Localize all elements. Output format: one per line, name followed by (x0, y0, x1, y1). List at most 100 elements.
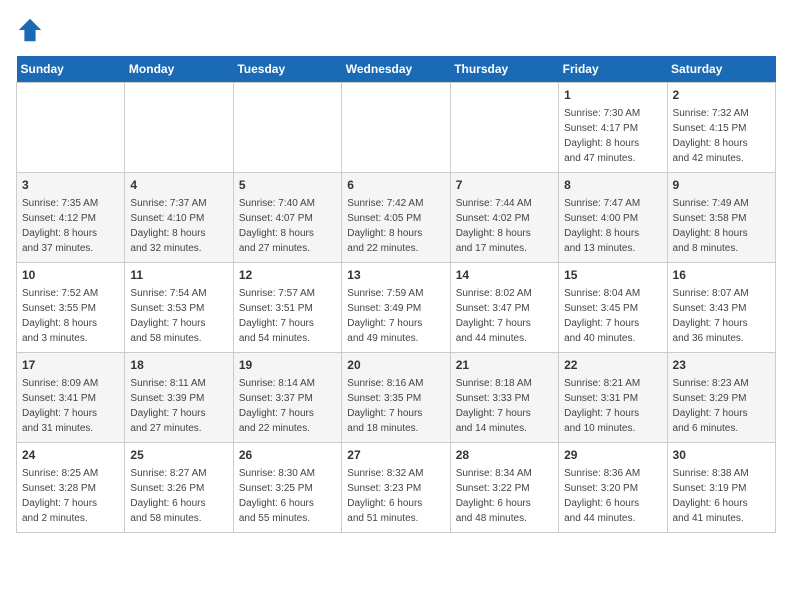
day-info: Sunrise: 8:38 AM Sunset: 3:19 PM Dayligh… (673, 466, 770, 526)
day-number: 3 (22, 177, 119, 194)
day-number: 28 (456, 447, 553, 464)
calendar-day-9: 9 Sunrise: 7:49 AM Sunset: 3:58 PM Daylig… (667, 173, 775, 263)
header-wednesday: Wednesday (342, 56, 450, 83)
day-info: Sunrise: 7:47 AM Sunset: 4:00 PM Dayligh… (564, 196, 661, 256)
day-number: 14 (456, 267, 553, 284)
calendar-week-row: 24 Sunrise: 8:25 AM Sunset: 3:28 PM Dayli… (17, 443, 776, 533)
calendar-day-25: 25 Sunrise: 8:27 AM Sunset: 3:26 PM Dayli… (125, 443, 233, 533)
day-number: 2 (673, 87, 770, 104)
day-info: Sunrise: 8:23 AM Sunset: 3:29 PM Dayligh… (673, 376, 770, 436)
day-info: Sunrise: 7:42 AM Sunset: 4:05 PM Dayligh… (347, 196, 444, 256)
header-tuesday: Tuesday (233, 56, 341, 83)
calendar-table: SundayMondayTuesdayWednesdayThursdayFrid… (16, 56, 776, 533)
day-info: Sunrise: 8:07 AM Sunset: 3:43 PM Dayligh… (673, 286, 770, 346)
day-info: Sunrise: 8:09 AM Sunset: 3:41 PM Dayligh… (22, 376, 119, 436)
day-info: Sunrise: 8:32 AM Sunset: 3:23 PM Dayligh… (347, 466, 444, 526)
day-number: 9 (673, 177, 770, 194)
day-number: 11 (130, 267, 227, 284)
calendar-day-16: 16 Sunrise: 8:07 AM Sunset: 3:43 PM Dayli… (667, 263, 775, 353)
day-number: 1 (564, 87, 661, 104)
calendar-day-1: 1Sunrise: 7:30 AM Sunset: 4:17 PM Daylig… (559, 83, 667, 173)
day-info: Sunrise: 8:14 AM Sunset: 3:37 PM Dayligh… (239, 376, 336, 436)
day-info: Sunrise: 8:30 AM Sunset: 3:25 PM Dayligh… (239, 466, 336, 526)
day-number: 25 (130, 447, 227, 464)
calendar-empty-cell (450, 83, 558, 173)
day-number: 4 (130, 177, 227, 194)
calendar-day-17: 17 Sunrise: 8:09 AM Sunset: 3:41 PM Dayli… (17, 353, 125, 443)
day-info: Sunrise: 7:59 AM Sunset: 3:49 PM Dayligh… (347, 286, 444, 346)
header-section (16, 16, 776, 44)
calendar-day-10: 10 Sunrise: 7:52 AM Sunset: 3:55 PM Dayli… (17, 263, 125, 353)
logo-icon (16, 16, 44, 44)
day-info: Sunrise: 7:40 AM Sunset: 4:07 PM Dayligh… (239, 196, 336, 256)
day-number: 17 (22, 357, 119, 374)
day-info: Sunrise: 7:37 AM Sunset: 4:10 PM Dayligh… (130, 196, 227, 256)
calendar-day-14: 14 Sunrise: 8:02 AM Sunset: 3:47 PM Dayli… (450, 263, 558, 353)
day-info: Sunrise: 8:34 AM Sunset: 3:22 PM Dayligh… (456, 466, 553, 526)
day-info: Sunrise: 8:25 AM Sunset: 3:28 PM Dayligh… (22, 466, 119, 526)
day-info: Sunrise: 7:44 AM Sunset: 4:02 PM Dayligh… (456, 196, 553, 256)
calendar-day-4: 4 Sunrise: 7:37 AM Sunset: 4:10 PM Daylig… (125, 173, 233, 263)
calendar-header-row: SundayMondayTuesdayWednesdayThursdayFrid… (17, 56, 776, 83)
day-number: 24 (22, 447, 119, 464)
day-info: Sunrise: 8:16 AM Sunset: 3:35 PM Dayligh… (347, 376, 444, 436)
calendar-week-row: 17 Sunrise: 8:09 AM Sunset: 3:41 PM Dayli… (17, 353, 776, 443)
calendar-day-2: 2 Sunrise: 7:32 AM Sunset: 4:15 PM Daylig… (667, 83, 775, 173)
calendar-day-22: 22 Sunrise: 8:21 AM Sunset: 3:31 PM Dayli… (559, 353, 667, 443)
day-info: Sunrise: 7:32 AM Sunset: 4:15 PM Dayligh… (673, 106, 770, 166)
calendar-day-28: 28 Sunrise: 8:34 AM Sunset: 3:22 PM Dayli… (450, 443, 558, 533)
calendar-empty-cell (17, 83, 125, 173)
day-number: 16 (673, 267, 770, 284)
header-thursday: Thursday (450, 56, 558, 83)
calendar-day-6: 6 Sunrise: 7:42 AM Sunset: 4:05 PM Daylig… (342, 173, 450, 263)
calendar-week-row: 1Sunrise: 7:30 AM Sunset: 4:17 PM Daylig… (17, 83, 776, 173)
day-info: Sunrise: 8:11 AM Sunset: 3:39 PM Dayligh… (130, 376, 227, 436)
header-sunday: Sunday (17, 56, 125, 83)
day-number: 18 (130, 357, 227, 374)
header-monday: Monday (125, 56, 233, 83)
calendar-day-23: 23 Sunrise: 8:23 AM Sunset: 3:29 PM Dayli… (667, 353, 775, 443)
calendar-day-12: 12Sunrise: 7:57 AM Sunset: 3:51 PM Dayli… (233, 263, 341, 353)
day-info: Sunrise: 8:04 AM Sunset: 3:45 PM Dayligh… (564, 286, 661, 346)
calendar-day-8: 8 Sunrise: 7:47 AM Sunset: 4:00 PM Daylig… (559, 173, 667, 263)
day-number: 20 (347, 357, 444, 374)
logo (16, 16, 48, 44)
day-number: 6 (347, 177, 444, 194)
day-info: Sunrise: 8:02 AM Sunset: 3:47 PM Dayligh… (456, 286, 553, 346)
day-info: Sunrise: 7:54 AM Sunset: 3:53 PM Dayligh… (130, 286, 227, 346)
day-number: 23 (673, 357, 770, 374)
day-info: Sunrise: 8:27 AM Sunset: 3:26 PM Dayligh… (130, 466, 227, 526)
calendar-empty-cell (342, 83, 450, 173)
day-number: 27 (347, 447, 444, 464)
day-number: 29 (564, 447, 661, 464)
day-info: Sunrise: 7:49 AM Sunset: 3:58 PM Dayligh… (673, 196, 770, 256)
day-info: Sunrise: 8:36 AM Sunset: 3:20 PM Dayligh… (564, 466, 661, 526)
header-friday: Friday (559, 56, 667, 83)
calendar-week-row: 3Sunrise: 7:35 AM Sunset: 4:12 PM Daylig… (17, 173, 776, 263)
calendar-day-19: 19Sunrise: 8:14 AM Sunset: 3:37 PM Dayli… (233, 353, 341, 443)
day-info: Sunrise: 7:52 AM Sunset: 3:55 PM Dayligh… (22, 286, 119, 346)
day-number: 7 (456, 177, 553, 194)
day-number: 13 (347, 267, 444, 284)
day-number: 15 (564, 267, 661, 284)
calendar-day-7: 7 Sunrise: 7:44 AM Sunset: 4:02 PM Daylig… (450, 173, 558, 263)
day-number: 12 (239, 267, 336, 284)
day-number: 22 (564, 357, 661, 374)
calendar-day-15: 15 Sunrise: 8:04 AM Sunset: 3:45 PM Dayli… (559, 263, 667, 353)
calendar-day-18: 18 Sunrise: 8:11 AM Sunset: 3:39 PM Dayli… (125, 353, 233, 443)
calendar-day-29: 29 Sunrise: 8:36 AM Sunset: 3:20 PM Dayli… (559, 443, 667, 533)
day-number: 5 (239, 177, 336, 194)
day-number: 21 (456, 357, 553, 374)
calendar-day-3: 3Sunrise: 7:35 AM Sunset: 4:12 PM Daylig… (17, 173, 125, 263)
calendar-day-30: 30Sunrise: 8:38 AM Sunset: 3:19 PM Dayli… (667, 443, 775, 533)
day-info: Sunrise: 8:18 AM Sunset: 3:33 PM Dayligh… (456, 376, 553, 436)
calendar-day-5: 5 Sunrise: 7:40 AM Sunset: 4:07 PM Daylig… (233, 173, 341, 263)
header-saturday: Saturday (667, 56, 775, 83)
day-number: 10 (22, 267, 119, 284)
calendar-day-21: 21 Sunrise: 8:18 AM Sunset: 3:33 PM Dayli… (450, 353, 558, 443)
calendar-day-24: 24 Sunrise: 8:25 AM Sunset: 3:28 PM Dayli… (17, 443, 125, 533)
calendar-week-row: 10 Sunrise: 7:52 AM Sunset: 3:55 PM Dayli… (17, 263, 776, 353)
day-number: 8 (564, 177, 661, 194)
day-info: Sunrise: 8:21 AM Sunset: 3:31 PM Dayligh… (564, 376, 661, 436)
calendar-day-27: 27 Sunrise: 8:32 AM Sunset: 3:23 PM Dayli… (342, 443, 450, 533)
